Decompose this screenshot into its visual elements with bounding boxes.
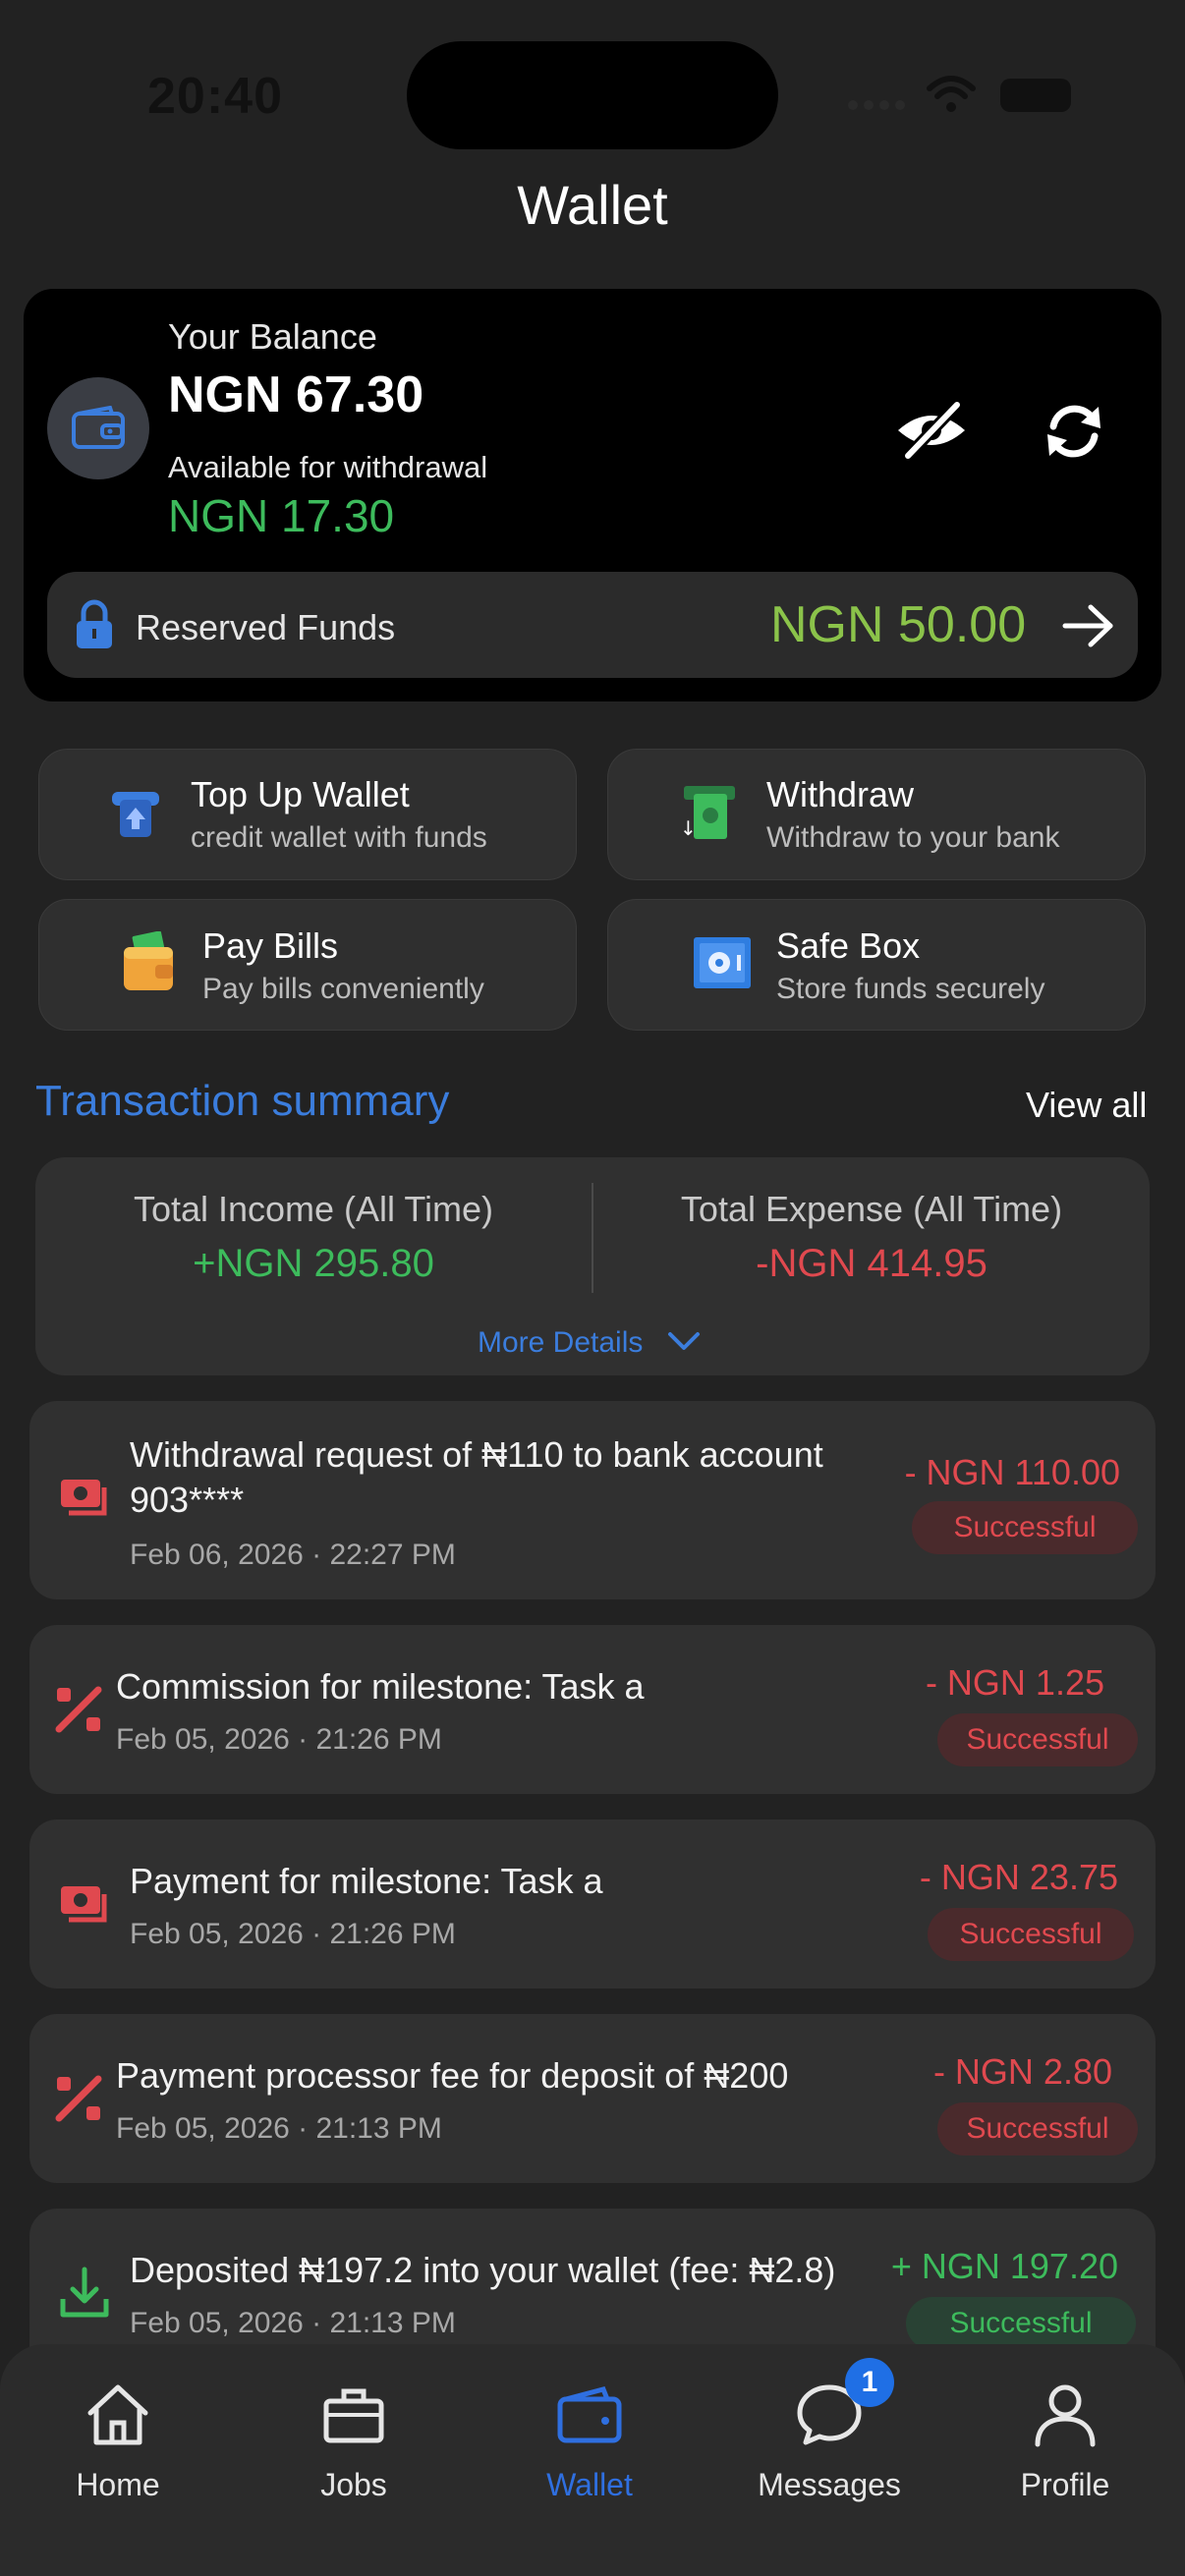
nav-label: Profile <box>1020 2467 1110 2502</box>
nav-messages[interactable]: Messages <box>731 2381 928 2503</box>
transaction-date: Feb 06, 2026 · 22:27 PM <box>130 1539 456 1571</box>
available-label: Available for withdrawal <box>168 450 488 484</box>
bills-wallet-icon <box>124 931 173 990</box>
withdraw-icon: ↓ <box>680 786 735 840</box>
safe-box-icon <box>694 937 751 988</box>
pay-bills-title: Pay Bills <box>202 925 339 966</box>
battery-icon <box>1000 79 1071 112</box>
pay-bills-subtitle: Pay bills conveniently <box>202 973 484 1005</box>
wallet-icon <box>72 406 125 449</box>
briefcase-icon <box>323 2388 384 2443</box>
transaction-summary-title: Transaction summary <box>35 1077 450 1125</box>
status-badge: Successful <box>906 2297 1136 2350</box>
transaction-description: Payment for milestone: Task a <box>130 1861 603 1901</box>
total-income-label: Total Income (All Time) <box>133 1189 494 1229</box>
reserved-funds-label: Reserved Funds <box>136 607 396 647</box>
transaction-amount: + NGN 197.20 <box>890 2246 1118 2286</box>
nav-jobs[interactable]: Jobs <box>255 2381 452 2503</box>
refresh-icon[interactable] <box>1040 397 1108 466</box>
cash-icon <box>61 1886 107 1923</box>
view-all-link[interactable]: View all <box>1026 1085 1147 1126</box>
nav-label: Jobs <box>320 2467 387 2502</box>
transaction-date: Feb 05, 2026 · 21:26 PM <box>130 1918 456 1950</box>
transaction-date: Feb 05, 2026 · 21:26 PM <box>116 1723 442 1756</box>
transaction-amount: - NGN 23.75 <box>919 1857 1118 1897</box>
nav-profile[interactable]: Profile <box>967 2381 1163 2503</box>
messages-count-badge: 1 <box>845 2358 894 2407</box>
user-icon <box>1035 2384 1096 2447</box>
safe-box-subtitle: Store funds securely <box>776 973 1045 1005</box>
page-title: Wallet <box>517 174 668 236</box>
top-up-title: Top Up Wallet <box>191 774 410 814</box>
total-income-value: +NGN 295.80 <box>193 1242 434 1285</box>
status-time: 20:40 <box>147 68 283 125</box>
nav-label: Wallet <box>546 2467 633 2502</box>
nav-label: Home <box>76 2467 160 2502</box>
transaction-row[interactable] <box>29 2014 1156 2183</box>
balance-label: Your Balance <box>168 316 377 357</box>
transaction-description: Commission for milestone: Task a <box>116 1666 645 1707</box>
top-up-subtitle: credit wallet with funds <box>191 821 487 854</box>
transaction-row[interactable] <box>29 1625 1156 1794</box>
transaction-description-line: 903**** <box>130 1480 245 1520</box>
top-up-icon <box>112 792 159 837</box>
chevron-down-icon[interactable] <box>666 1328 702 1356</box>
transaction-description: Payment processor fee for deposit of ₦20… <box>116 2055 789 2096</box>
home-icon <box>87 2384 148 2445</box>
status-badge: Successful <box>928 1908 1134 1961</box>
svg-text:↓: ↓ <box>680 816 697 840</box>
transaction-description: Deposited ₦197.2 into your wallet (fee: … <box>130 2250 836 2290</box>
nav-wallet[interactable]: Wallet <box>491 2381 688 2503</box>
transaction-amount: - NGN 1.25 <box>925 1662 1104 1703</box>
wallet-icon <box>557 2386 622 2443</box>
percent-icon <box>55 2075 102 2122</box>
transaction-amount: - NGN 110.00 <box>904 1452 1120 1492</box>
arrow-right-icon[interactable] <box>1061 603 1116 648</box>
download-icon <box>60 2267 109 2318</box>
transaction-amount: - NGN 2.80 <box>932 2051 1112 2092</box>
wallet-avatar <box>47 377 149 479</box>
status-badge: Successful <box>937 2102 1138 2156</box>
transaction-date: Feb 05, 2026 · 21:13 PM <box>130 2307 456 2339</box>
transaction-date: Feb 05, 2026 · 21:13 PM <box>116 2112 442 2145</box>
lock-icon <box>77 599 112 648</box>
signal-icon <box>848 100 905 110</box>
status-badge: Successful <box>937 1713 1138 1766</box>
total-expense-value: -NGN 414.95 <box>756 1242 988 1285</box>
safe-box-title: Safe Box <box>776 925 921 966</box>
wifi-icon <box>927 76 976 112</box>
more-details-button[interactable]: More Details <box>478 1326 643 1360</box>
cash-icon <box>61 1480 107 1516</box>
withdraw-title: Withdraw <box>766 774 915 814</box>
dynamic-island <box>407 41 778 149</box>
transaction-description-line: Withdrawal request of ₦110 to bank accou… <box>130 1434 823 1475</box>
nav-home[interactable]: Home <box>20 2381 216 2503</box>
reserved-funds-value: NGN 50.00 <box>770 596 1027 653</box>
status-badge: Successful <box>912 1501 1138 1554</box>
transaction-row[interactable] <box>29 1820 1156 1988</box>
transaction-description: Withdrawal request of ₦110 to bank accou… <box>130 1432 876 1523</box>
withdraw-subtitle: Withdraw to your bank <box>766 821 1060 854</box>
total-expense-label: Total Expense (All Time) <box>680 1189 1063 1229</box>
balance-value: NGN 67.30 <box>168 366 424 423</box>
nav-label: Messages <box>758 2467 901 2502</box>
available-value: NGN 17.30 <box>168 490 395 541</box>
percent-icon <box>55 1686 102 1733</box>
hide-balance-icon[interactable] <box>892 399 971 462</box>
